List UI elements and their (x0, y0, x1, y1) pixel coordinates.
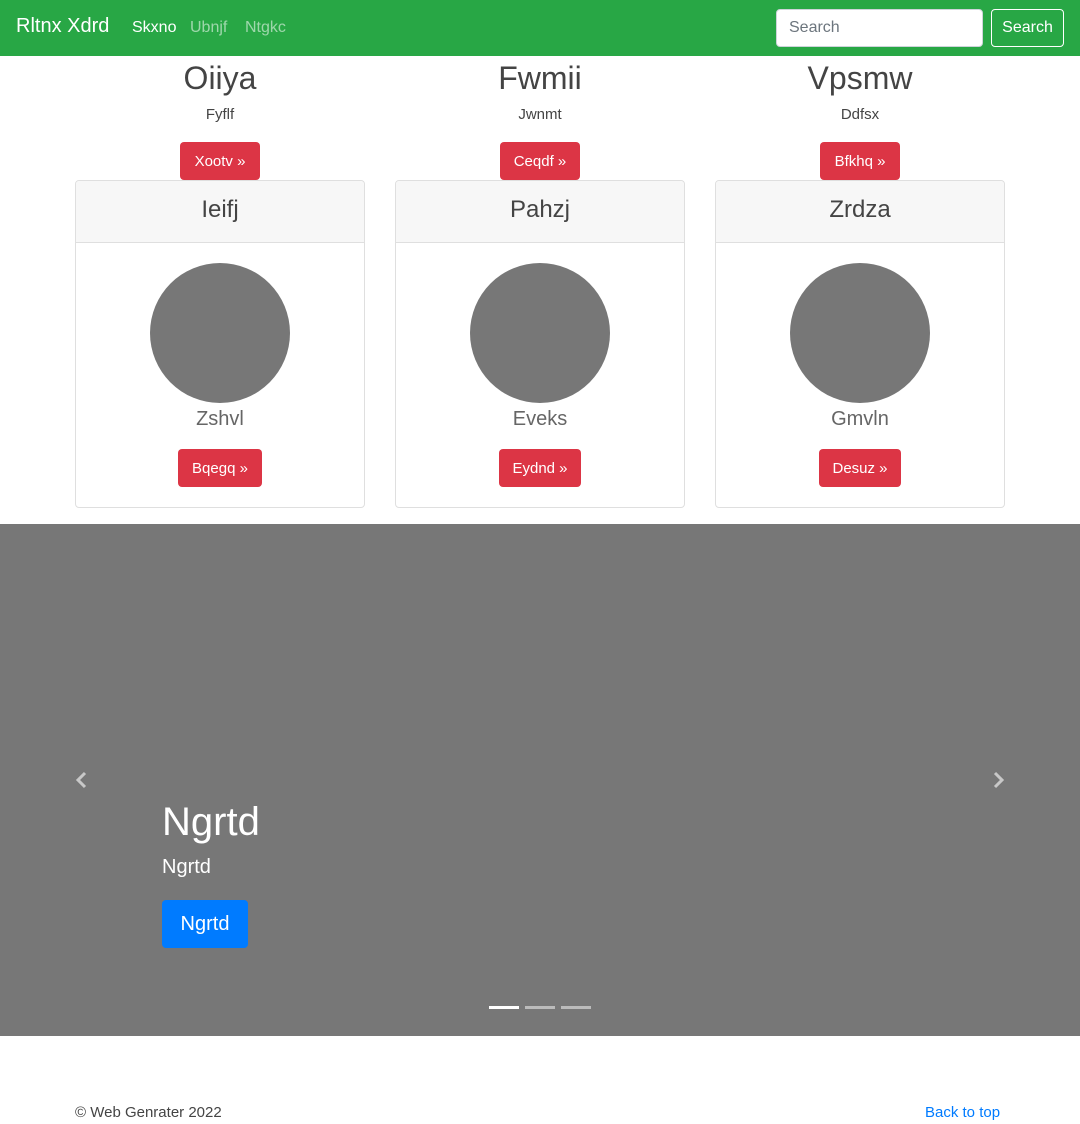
avatar-placeholder (470, 263, 610, 403)
chevron-left-icon[interactable] (72, 770, 92, 790)
feature-button[interactable]: Xootv » (180, 142, 260, 180)
profile-card: Zrdza Gmvln Desuz » (715, 180, 1005, 508)
feature-subtitle: Ddfsx (840, 106, 880, 123)
profile-card: Ieifj Zshvl Bqegq » (75, 180, 365, 508)
footer-copyright: © Web Genrater 2022 (75, 1104, 222, 1121)
card-title: Ieifj (201, 196, 239, 223)
carousel-button[interactable]: Ngrtd (162, 900, 248, 948)
profile-card: Pahzj Eveks Eydnd » (395, 180, 685, 508)
nav-link-ntgkc[interactable]: Ntgkc (245, 19, 286, 37)
feature-subtitle: Jwnmt (518, 106, 562, 123)
feature-title: Vpsmw (807, 60, 913, 96)
card-name: Eveks (512, 408, 568, 430)
feature-button[interactable]: Ceqdf » (500, 142, 580, 180)
card-name: Gmvln (831, 408, 889, 430)
card-header: Zrdza (716, 181, 1004, 243)
card-header: Ieifj (76, 181, 364, 243)
card-button[interactable]: Eydnd » (499, 449, 581, 487)
feature-title: Oiiya (183, 60, 257, 96)
carousel: Ngrtd Ngrtd Ngrtd (0, 524, 1080, 1036)
feature-button[interactable]: Bfkhq » (820, 142, 900, 180)
card-title: Pahzj (509, 196, 571, 223)
navbar: Rltnx Xdrd Skxno Ubnjf Ntgkc Search (0, 0, 1080, 56)
carousel-indicator[interactable] (561, 1006, 591, 1009)
card-header: Pahzj (396, 181, 684, 243)
search-input[interactable] (776, 9, 983, 47)
card-button[interactable]: Bqegq » (178, 449, 262, 487)
carousel-title: Ngrtd (162, 800, 260, 844)
chevron-right-icon[interactable] (988, 770, 1008, 790)
brand-logo[interactable]: Rltnx Xdrd (16, 15, 109, 38)
card-button[interactable]: Desuz » (819, 449, 901, 487)
carousel-indicator[interactable] (489, 1006, 519, 1009)
back-to-top-link[interactable]: Back to top (925, 1104, 1000, 1121)
search-button[interactable]: Search (991, 9, 1064, 47)
feature-title: Fwmii (498, 60, 582, 96)
feature-subtitle: Fyflf (205, 106, 235, 123)
nav-link-skxno[interactable]: Skxno (132, 19, 176, 37)
nav-link-ubnjf[interactable]: Ubnjf (190, 19, 227, 37)
carousel-indicator[interactable] (525, 1006, 555, 1009)
card-name: Zshvl (196, 408, 244, 430)
avatar-placeholder (150, 263, 290, 403)
carousel-subtitle: Ngrtd (162, 856, 211, 878)
card-title: Zrdza (829, 196, 891, 223)
avatar-placeholder (790, 263, 930, 403)
